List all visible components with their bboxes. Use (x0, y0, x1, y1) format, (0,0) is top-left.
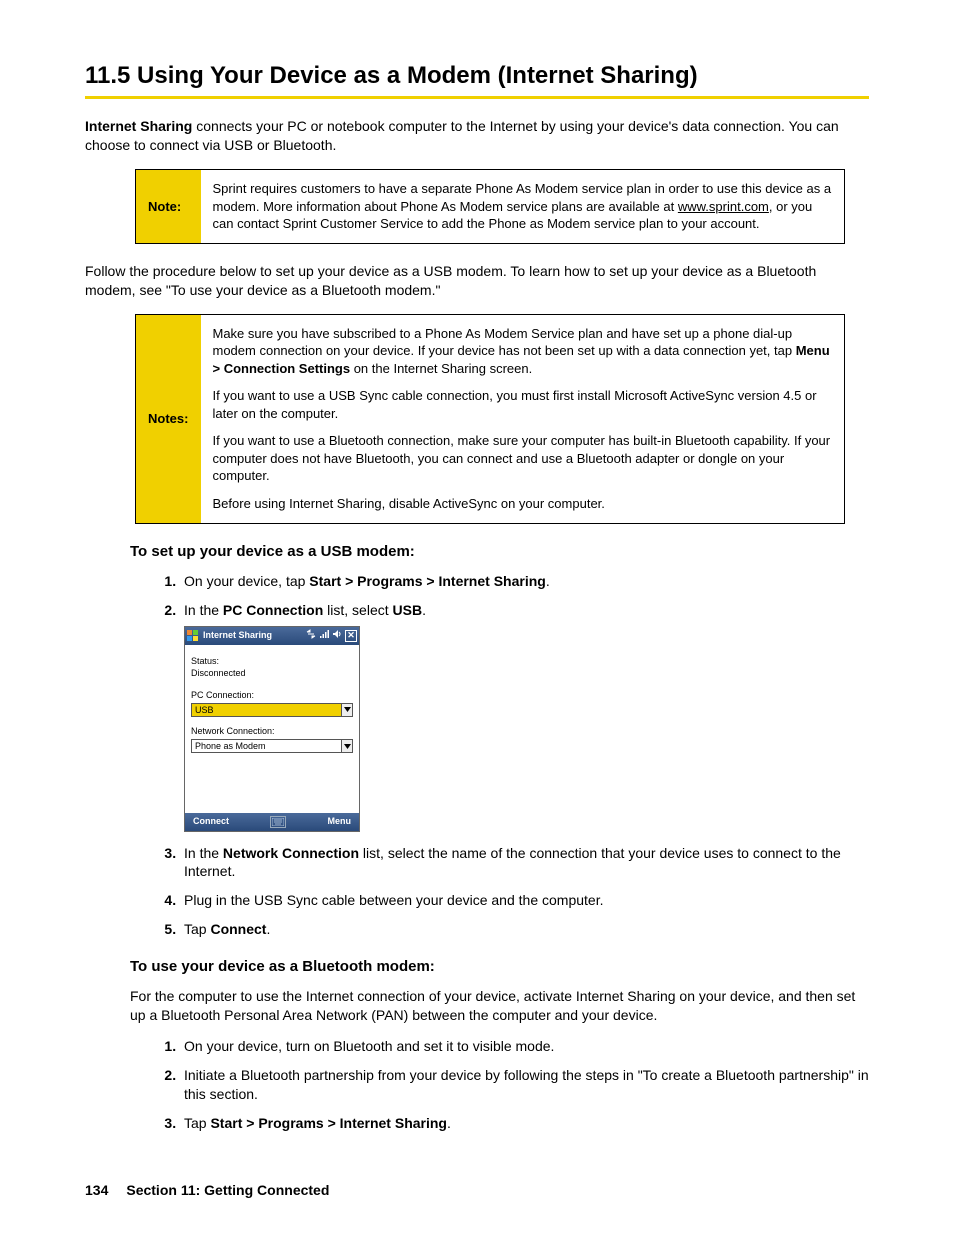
device-softkey-bar: Connect Menu (185, 813, 359, 831)
usb-s2b: PC Connection (223, 602, 323, 618)
usb-s5a: Tap (184, 921, 210, 937)
usb-step-5: Tap Connect. (180, 920, 869, 939)
usb-s3b: Network Connection (223, 845, 359, 861)
usb-s2c: list, select (323, 602, 392, 618)
signal-icon (319, 629, 329, 642)
windows-flag-icon[interactable] (187, 630, 199, 642)
network-connection-label: Network Connection: (191, 725, 353, 737)
pc-connection-label: PC Connection: (191, 689, 353, 701)
usb-step-3: In the Network Connection list, select t… (180, 844, 869, 882)
speaker-icon (332, 629, 342, 642)
note1-content: Sprint requires customers to have a sepa… (201, 170, 845, 244)
bt-step-2: Initiate a Bluetooth partnership from yo… (180, 1066, 869, 1104)
close-icon[interactable]: ✕ (345, 630, 357, 642)
chevron-down-icon[interactable] (341, 739, 353, 753)
menu-softkey[interactable]: Menu (328, 815, 352, 827)
device-title: Internet Sharing (203, 629, 272, 641)
keyboard-icon[interactable] (270, 816, 286, 828)
network-connection-value: Phone as Modem (195, 740, 266, 752)
bt-heading: To use your device as a Bluetooth modem: (130, 957, 869, 977)
pc-connection-select[interactable]: USB (191, 703, 353, 717)
intro-rest: connects your PC or notebook computer to… (85, 118, 839, 153)
note2-p4: Before using Internet Sharing, disable A… (213, 495, 833, 513)
usb-s2e: . (422, 602, 426, 618)
note1-link[interactable]: www.sprint.com (678, 199, 769, 214)
usb-s1a: On your device, tap (184, 573, 309, 589)
note-box-2: Notes: Make sure you have subscribed to … (135, 314, 845, 524)
usb-s2a: In the (184, 602, 223, 618)
bt-step-3: Tap Start > Programs > Internet Sharing. (180, 1114, 869, 1133)
section-heading: 11.5 Using Your Device as a Modem (Inter… (85, 60, 869, 99)
bt-s3b: Start > Programs > Internet Sharing (210, 1115, 447, 1131)
note2-label: Notes: (136, 314, 201, 523)
bt-s3c: . (447, 1115, 451, 1131)
footer-section: Section 11: Getting Connected (126, 1182, 329, 1198)
follow-paragraph: Follow the procedure below to set up you… (85, 262, 869, 300)
intro-paragraph: Internet Sharing connects your PC or not… (85, 117, 869, 155)
usb-s1c: . (546, 573, 550, 589)
intro-lead: Internet Sharing (85, 118, 192, 134)
usb-s5c: . (266, 921, 270, 937)
note2-p2: If you want to use a USB Sync cable conn… (213, 387, 833, 422)
note2-p1: Make sure you have subscribed to a Phone… (213, 325, 833, 378)
connect-softkey[interactable]: Connect (193, 815, 229, 827)
page-footer: 134 Section 11: Getting Connected (85, 1181, 869, 1200)
usb-step-2: In the PC Connection list, select USB. I… (180, 601, 869, 832)
pc-connection-value: USB (195, 704, 214, 716)
note2-p3: If you want to use a Bluetooth connectio… (213, 432, 833, 485)
note-box-1: Note: Sprint requires customers to have … (135, 169, 845, 244)
device-body: Status: Disconnected PC Connection: USB … (185, 645, 359, 813)
usb-heading: To set up your device as a USB modem: (130, 542, 869, 562)
bt-steps: On your device, turn on Bluetooth and se… (180, 1037, 869, 1133)
note1-label: Note: (136, 170, 201, 244)
bt-intro: For the computer to use the Internet con… (130, 987, 869, 1025)
usb-step-1: On your device, tap Start > Programs > I… (180, 572, 869, 591)
bt-step-1: On your device, turn on Bluetooth and se… (180, 1037, 869, 1056)
usb-s2d: USB (393, 602, 423, 618)
page-number: 134 (85, 1182, 108, 1198)
note2-content: Make sure you have subscribed to a Phone… (201, 314, 845, 523)
chevron-down-icon[interactable] (341, 703, 353, 717)
sync-icon (306, 629, 316, 642)
device-titlebar: Internet Sharing ✕ (185, 627, 359, 645)
note2-p1a: Make sure you have subscribed to a Phone… (213, 326, 796, 359)
device-status-icons (306, 629, 342, 642)
usb-step-4: Plug in the USB Sync cable between your … (180, 891, 869, 910)
usb-s5b: Connect (210, 921, 266, 937)
device-screenshot: Internet Sharing ✕ Status: Dis (184, 626, 360, 832)
note2-p1c: on the Internet Sharing screen. (350, 361, 532, 376)
status-label: Status: (191, 655, 353, 667)
network-connection-select[interactable]: Phone as Modem (191, 739, 353, 753)
status-value: Disconnected (191, 667, 353, 679)
usb-s3a: In the (184, 845, 223, 861)
bt-s3a: Tap (184, 1115, 210, 1131)
usb-steps: On your device, tap Start > Programs > I… (180, 572, 869, 939)
usb-s1b: Start > Programs > Internet Sharing (309, 573, 546, 589)
